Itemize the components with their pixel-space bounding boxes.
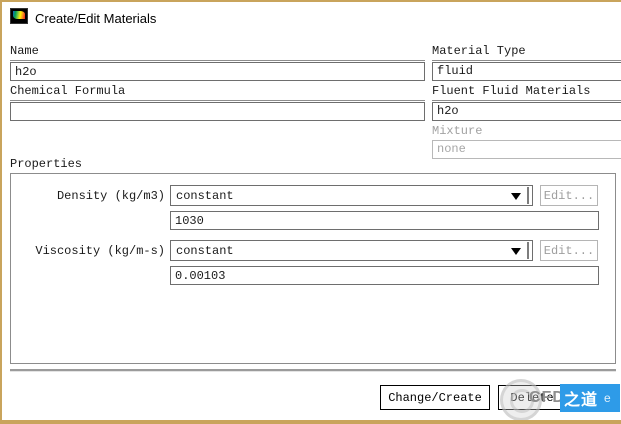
watermark-badge: 之道 e bbox=[560, 384, 620, 412]
density-label: Density (kg/m3) bbox=[56, 189, 165, 203]
dropdown-edge bbox=[527, 242, 529, 259]
viscosity-method-value: constant bbox=[176, 244, 234, 258]
density-method-dropdown[interactable]: constant bbox=[170, 185, 533, 206]
create-edit-materials-dialog: Create/Edit Materials Name Chemical Form… bbox=[0, 0, 621, 424]
chevron-down-icon bbox=[511, 193, 521, 200]
density-method-value: constant bbox=[176, 189, 234, 203]
name-label: Name bbox=[10, 44, 425, 61]
dropdown-edge bbox=[527, 187, 529, 204]
chemical-formula-label: Chemical Formula bbox=[10, 84, 425, 101]
change-create-button[interactable]: Change/Create bbox=[380, 385, 490, 410]
viscosity-label: Viscosity (kg/m-s) bbox=[35, 244, 165, 258]
chevron-down-icon bbox=[511, 248, 521, 255]
footer-separator bbox=[10, 369, 616, 372]
density-edit-button: Edit... bbox=[540, 185, 598, 206]
mixture-label: Mixture bbox=[432, 124, 483, 138]
properties-label: Properties bbox=[10, 157, 83, 171]
dialog-title: Create/Edit Materials bbox=[35, 11, 157, 26]
contour-plot-glyph bbox=[13, 11, 25, 19]
fluent-app-icon bbox=[10, 8, 28, 24]
material-type-dropdown[interactable]: fluid bbox=[432, 62, 621, 81]
fluent-fluid-materials-label: Fluent Fluid Materials bbox=[432, 84, 621, 101]
chemical-formula-input[interactable] bbox=[10, 102, 425, 121]
watermark-text-brand: 之道 bbox=[564, 392, 599, 409]
density-value-input[interactable] bbox=[170, 211, 599, 230]
fluent-fluid-materials-dropdown[interactable]: h2o bbox=[432, 102, 621, 121]
material-type-label: Material Type bbox=[432, 44, 621, 61]
watermark-text-suffix: e bbox=[604, 391, 611, 405]
viscosity-method-dropdown[interactable]: constant bbox=[170, 240, 533, 261]
viscosity-edit-button: Edit... bbox=[540, 240, 598, 261]
viscosity-value-input[interactable] bbox=[170, 266, 599, 285]
name-input[interactable] bbox=[10, 62, 425, 81]
